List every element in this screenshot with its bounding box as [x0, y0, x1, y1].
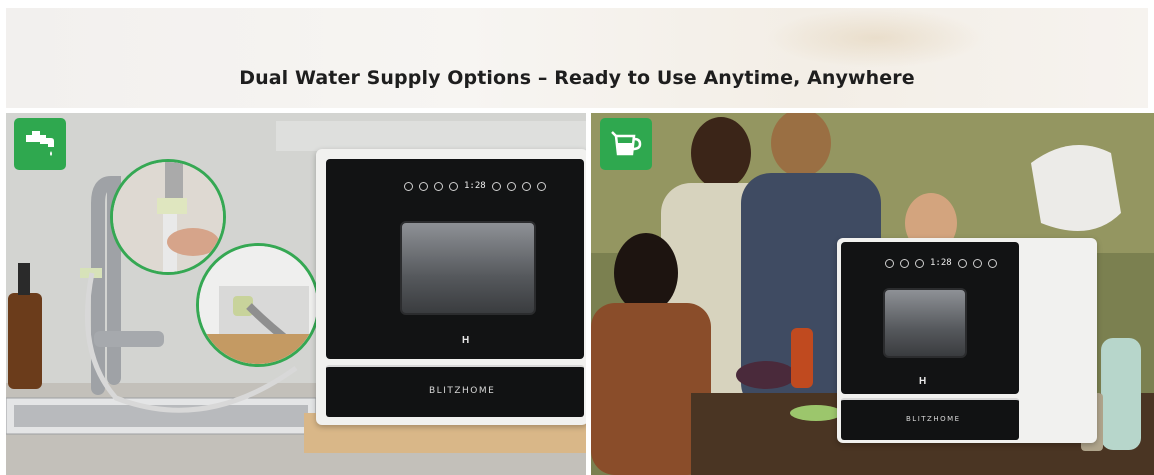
control-panel: 1:28	[885, 258, 997, 268]
washer-inlet-detail	[196, 243, 320, 367]
dishwasher-right: 1:28 H BLITZHOME	[837, 238, 1097, 443]
faucet-icon	[26, 131, 54, 156]
manual-fill-panel: 1:28 H BLITZHOME	[591, 113, 1154, 475]
logo-mark: H	[919, 376, 927, 387]
dishwasher-left: 1:28 H BLITZHOME	[316, 149, 586, 425]
headline-banner: Dual Water Supply Options – Ready to Use…	[6, 8, 1148, 108]
banner-glow	[766, 8, 986, 68]
faucet-badge	[14, 118, 66, 170]
water-kettle-icon	[611, 131, 642, 156]
brand-label: BLITZHOME	[906, 415, 961, 423]
brand-label: BLITZHOME	[429, 386, 496, 396]
tap-water-panel: 1:28 H BLITZHOME	[6, 113, 586, 475]
time-readout: 1:28	[930, 258, 952, 268]
control-panel: 1:28	[404, 181, 546, 191]
headline: Dual Water Supply Options – Ready to Use…	[239, 67, 915, 89]
washer-window	[400, 221, 536, 315]
connector-illustration	[113, 162, 223, 272]
time-readout: 1:28	[464, 181, 486, 191]
faucet-connector-detail	[110, 159, 226, 275]
inlet-illustration	[199, 246, 317, 364]
washer-window	[883, 288, 967, 358]
logo-mark: H	[462, 335, 470, 346]
kettle-badge	[600, 118, 652, 170]
